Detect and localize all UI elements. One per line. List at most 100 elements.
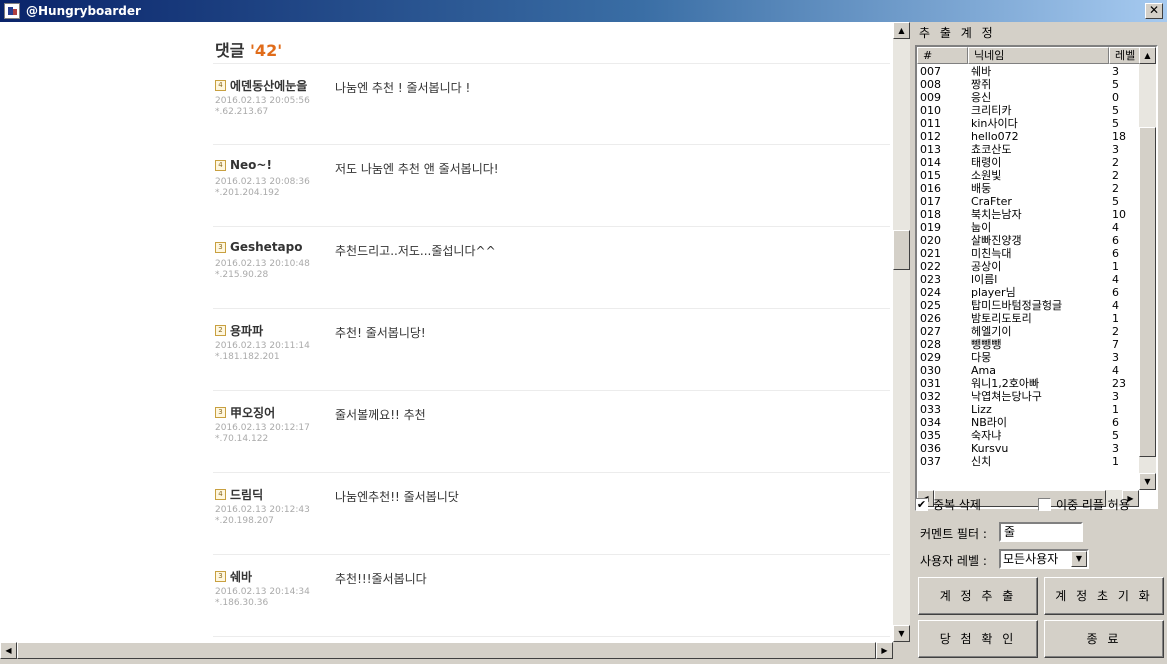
exit-button[interactable]: 종 료 <box>1044 620 1164 658</box>
list-item[interactable]: 035 숙자냐 5 <box>917 429 1142 442</box>
list-item[interactable]: 033 Lizz 1 <box>917 403 1142 416</box>
account-level: 6 <box>1112 286 1119 299</box>
account-number: 021 <box>920 247 941 260</box>
list-item[interactable]: 026 밤토리도토리 1 <box>917 312 1142 325</box>
account-level: 2 <box>1112 182 1119 195</box>
comment-nick[interactable]: 甲오징어 <box>230 404 275 421</box>
list-item[interactable]: 023 l이름l 4 <box>917 273 1142 286</box>
list-item[interactable]: 017 CraFter 5 <box>917 195 1142 208</box>
list-item[interactable]: 025 탑미드바텀정글헝글 4 <box>917 299 1142 312</box>
allow-double-reply-checkbox[interactable]: 이중 리플 허용 <box>1038 496 1130 513</box>
list-item[interactable]: 031 워니1,2호아빠 23 <box>917 377 1142 390</box>
list-item[interactable]: 019 눕이 4 <box>917 221 1142 234</box>
account-nickname: 살빠진양갱 <box>971 234 1022 247</box>
list-item[interactable]: 032 낙엽쳐는당나구 3 <box>917 390 1142 403</box>
account-level: 4 <box>1112 221 1119 234</box>
account-nickname: CraFter <box>971 195 1012 208</box>
comment-ip: *.201.204.192 <box>215 188 280 198</box>
account-level: 2 <box>1112 325 1119 338</box>
scroll-up-arrow-icon[interactable]: ▲ <box>1139 47 1156 64</box>
allow-double-reply-label: 이중 리플 허용 <box>1056 498 1130 512</box>
dedupe-checkbox[interactable]: ✔ 중복 삭제 <box>915 496 981 513</box>
extract-accounts-button[interactable]: 계 정 추 출 <box>918 577 1038 615</box>
account-level: 0 <box>1112 91 1119 104</box>
confirm-winner-button[interactable]: 당 첨 확 인 <box>918 620 1038 658</box>
scroll-thumb[interactable] <box>17 642 876 659</box>
level-icon: 3 <box>215 407 226 418</box>
comment-item: 4 에덴동산에눈을 2016.02.13 20:05:56 *.62.213.67… <box>213 63 890 145</box>
list-item[interactable]: 010 크리티카 5 <box>917 104 1142 117</box>
user-level-select[interactable]: 모든사용자 ▼ <box>999 549 1089 569</box>
list-item[interactable]: 015 소원빛 2 <box>917 169 1142 182</box>
account-number: 036 <box>920 442 941 455</box>
column-header-nickname[interactable]: 닉네임 <box>968 47 1109 64</box>
account-level: 1 <box>1112 312 1119 325</box>
comment-nick[interactable]: 드림딕 <box>230 486 263 503</box>
account-number: 034 <box>920 416 941 429</box>
account-level: 6 <box>1112 247 1119 260</box>
comment-date: 2016.02.13 20:05:56 <box>215 96 310 106</box>
dropdown-arrow-icon[interactable]: ▼ <box>1071 551 1087 567</box>
list-item[interactable]: 029 다뭉 3 <box>917 351 1142 364</box>
list-item[interactable]: 036 Kursvu 3 <box>917 442 1142 455</box>
comment-browser[interactable]: 댓글 '42' 4 에덴동산에눈을 2016.02.13 20:05:56 *.6… <box>0 22 893 642</box>
account-nickname: 짱쥐 <box>971 78 992 91</box>
account-level: 5 <box>1112 117 1119 130</box>
comment-date: 2016.02.13 20:12:17 <box>215 423 310 433</box>
account-list[interactable]: # 닉네임 레벨 007 쉐바 3 008 짱쥐 5 009 응신 0 010 크리티카 5 0 1 1 ki… <box>915 45 1158 509</box>
account-nickname: 헤엘기이 <box>971 325 1012 338</box>
checkmark-icon[interactable]: ✔ <box>915 498 928 511</box>
list-item[interactable]: 008 짱쥐 5 <box>917 78 1142 91</box>
column-header-level[interactable]: 레벨 <box>1109 47 1142 64</box>
account-number: 015 <box>920 169 941 182</box>
scroll-right-arrow-icon[interactable]: ▶ <box>876 642 893 659</box>
account-level: 3 <box>1112 65 1119 78</box>
checkbox-box-icon[interactable] <box>1038 498 1051 511</box>
browser-vertical-scrollbar[interactable]: ▲ ▼ <box>893 22 910 642</box>
list-item[interactable]: 024 player님 6 <box>917 286 1142 299</box>
scroll-left-arrow-icon[interactable]: ◀ <box>0 642 17 659</box>
account-level: 1 <box>1112 260 1119 273</box>
close-button[interactable]: ✕ <box>1145 3 1163 19</box>
account-nickname: hello072 <box>971 130 1019 143</box>
list-item[interactable]: 020 살빠진양갱 6 <box>917 234 1142 247</box>
list-vertical-scrollbar[interactable]: ▲ ▼ <box>1139 47 1156 490</box>
scroll-up-arrow-icon[interactable]: ▲ <box>893 22 910 39</box>
reset-accounts-button[interactable]: 계 정 초 기 화 <box>1044 577 1164 615</box>
comment-count: '42' <box>250 41 283 60</box>
list-item[interactable]: 018 북치는남자 10 <box>917 208 1142 221</box>
comment-date: 2016.02.13 20:14:34 <box>215 587 310 597</box>
list-item[interactable]: 007 쉐바 3 <box>917 65 1142 78</box>
comment-nick[interactable]: 용파파 <box>230 322 263 339</box>
list-item[interactable]: 037 신치 1 <box>917 455 1142 468</box>
list-item[interactable]: 021 미친늑대 6 <box>917 247 1142 260</box>
comment-date: 2016.02.13 20:12:43 <box>215 505 310 515</box>
comment-nick[interactable]: 에덴동산에눈을 <box>230 77 307 94</box>
list-item[interactable]: 009 응신 0 <box>917 91 1142 104</box>
scroll-down-arrow-icon[interactable]: ▼ <box>1139 473 1156 490</box>
list-item[interactable]: 027 헤엘기이 2 <box>917 325 1142 338</box>
comment-filter-input[interactable]: 줄 <box>999 522 1083 542</box>
column-header-number[interactable]: # <box>917 47 968 64</box>
comment-nick[interactable]: Geshetapo <box>230 240 302 254</box>
list-item[interactable]: 030 Ama 4 <box>917 364 1142 377</box>
title-bar: @Hungryboarder ✕ <box>0 0 1167 22</box>
comment-nick[interactable]: 쉐바 <box>230 568 252 585</box>
list-item[interactable]: 034 NB라이 6 <box>917 416 1142 429</box>
control-panel: 추 출 계 정 # 닉네임 레벨 007 쉐바 3 008 짱쥐 5 009 응신 0 010 크리… <box>910 22 1167 664</box>
list-item[interactable]: 028 뺑뺑뺑 7 <box>917 338 1142 351</box>
account-nickname: kin사이다 <box>971 117 1018 130</box>
list-item[interactable]: 022 공상이 1 <box>917 260 1142 273</box>
list-item[interactable]: 011 kin사이다 5 <box>917 117 1142 130</box>
account-nickname: 뺑뺑뺑 <box>971 338 1002 351</box>
list-item[interactable]: 012 hello072 18 <box>917 130 1142 143</box>
scroll-thumb[interactable] <box>1139 127 1156 457</box>
scroll-thumb[interactable] <box>893 230 910 270</box>
list-item[interactable]: 013 쵸코산도 3 <box>917 143 1142 156</box>
browser-horizontal-scrollbar[interactable]: ◀ ▶ <box>0 642 893 659</box>
comment-nick[interactable]: Neo~! <box>230 158 272 172</box>
list-item[interactable]: 016 배둥 2 <box>917 182 1142 195</box>
scroll-down-arrow-icon[interactable]: ▼ <box>893 625 910 642</box>
list-item[interactable]: 014 태령이 2 <box>917 156 1142 169</box>
level-icon: 4 <box>215 159 226 171</box>
